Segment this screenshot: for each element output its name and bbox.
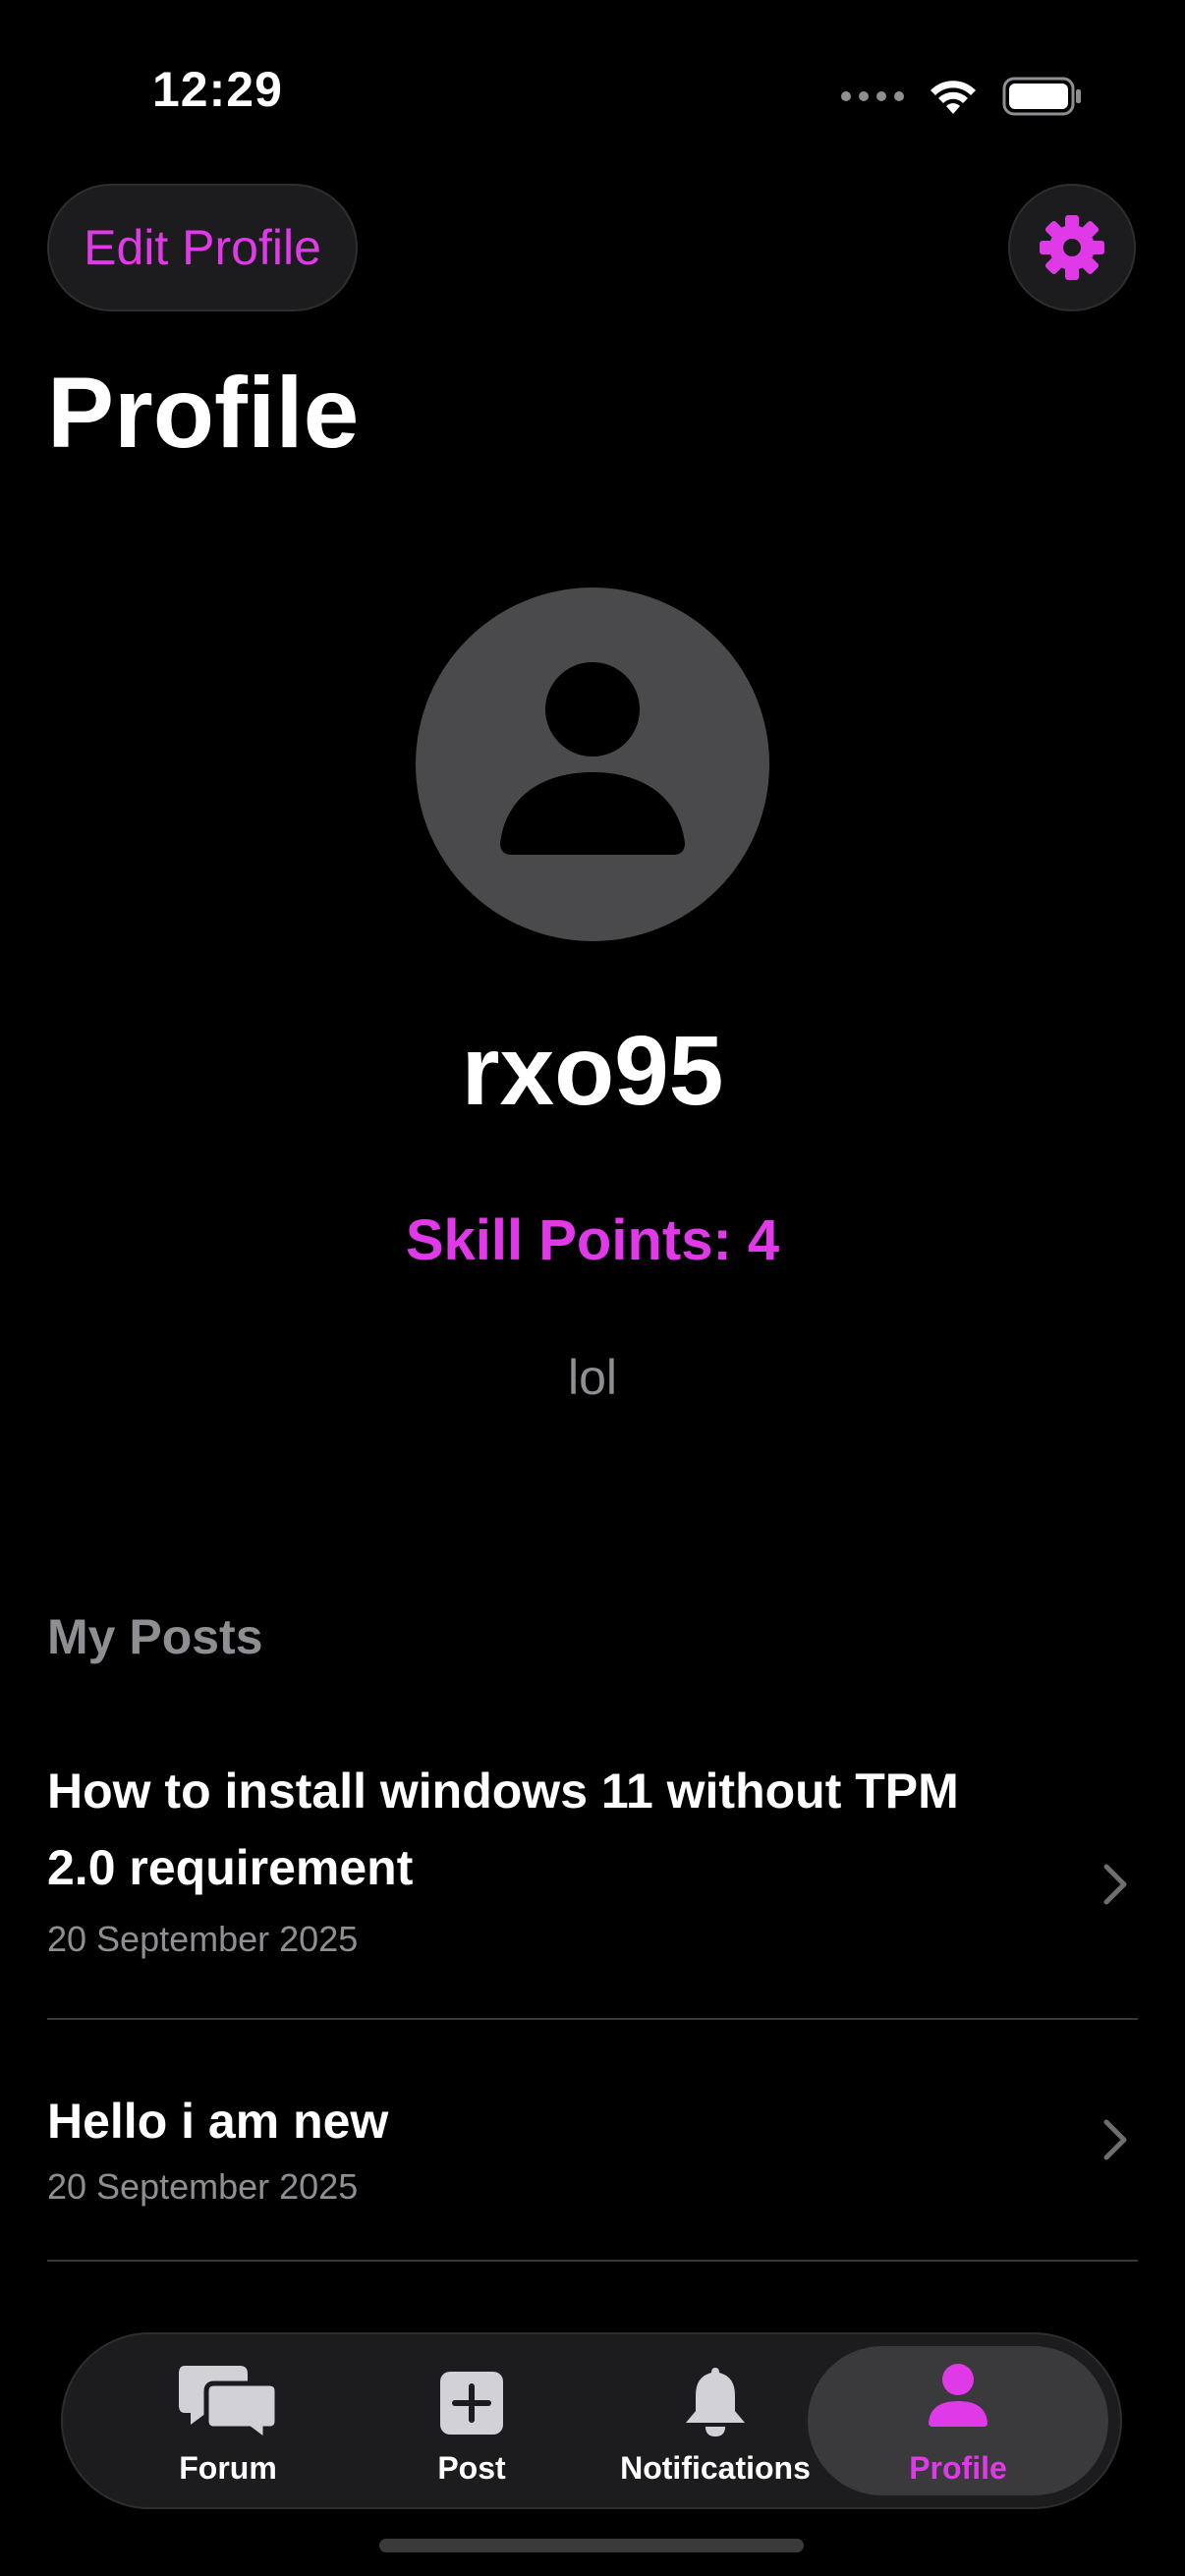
status-indicators: [841, 71, 1083, 122]
wifi-icon: [931, 81, 976, 114]
my-posts-heading: My Posts: [47, 1609, 263, 1664]
plus-square-icon: [440, 2372, 503, 2435]
skill-points: Skill Points: 4: [405, 1208, 780, 1272]
username: rxo95: [461, 1016, 724, 1126]
post-date: 20 September 2025: [47, 1919, 359, 1959]
edit-profile-button[interactable]: Edit Profile: [47, 184, 358, 311]
avatar: [416, 588, 769, 941]
settings-button[interactable]: [1008, 184, 1136, 311]
tab-notifications[interactable]: Notifications: [597, 2334, 833, 2507]
bio: lol: [567, 1350, 618, 1405]
bell-icon: [686, 2368, 745, 2436]
chevron-right-icon: [1103, 2119, 1127, 2160]
home-indicator: [379, 2539, 804, 2552]
post-date: 20 September 2025: [47, 2166, 359, 2207]
post-title: Hello i am new: [47, 2094, 389, 2149]
person-icon: [929, 2364, 988, 2427]
tab-profile[interactable]: Profile: [808, 2346, 1108, 2495]
person-placeholder-icon: [500, 662, 685, 855]
page-title: Profile: [47, 357, 360, 469]
cellular-signal-icon: [841, 91, 904, 101]
tab-post-label: Post: [437, 2450, 506, 2486]
post-list-item[interactable]: Hello i am new 20 September 2025: [47, 2020, 1138, 2262]
tab-profile-label: Profile: [909, 2450, 1007, 2486]
tab-forum-label: Forum: [179, 2450, 277, 2486]
chevron-right-icon: [1103, 1864, 1127, 1905]
battery-icon: [1002, 77, 1081, 116]
status-time: 12:29: [152, 62, 283, 117]
tab-bar: Forum Post Notifications Profile: [61, 2332, 1122, 2509]
chat-bubbles-icon: [179, 2366, 277, 2442]
post-list-item[interactable]: How to install windows 11 without TPM 2.…: [47, 1749, 1138, 2020]
tab-notifications-label: Notifications: [620, 2450, 811, 2486]
tab-post[interactable]: Post: [354, 2334, 590, 2507]
gear-icon: [1040, 215, 1104, 280]
tab-forum[interactable]: Forum: [110, 2334, 346, 2507]
post-title: How to install windows 11 without TPM 2.…: [47, 1764, 959, 1895]
